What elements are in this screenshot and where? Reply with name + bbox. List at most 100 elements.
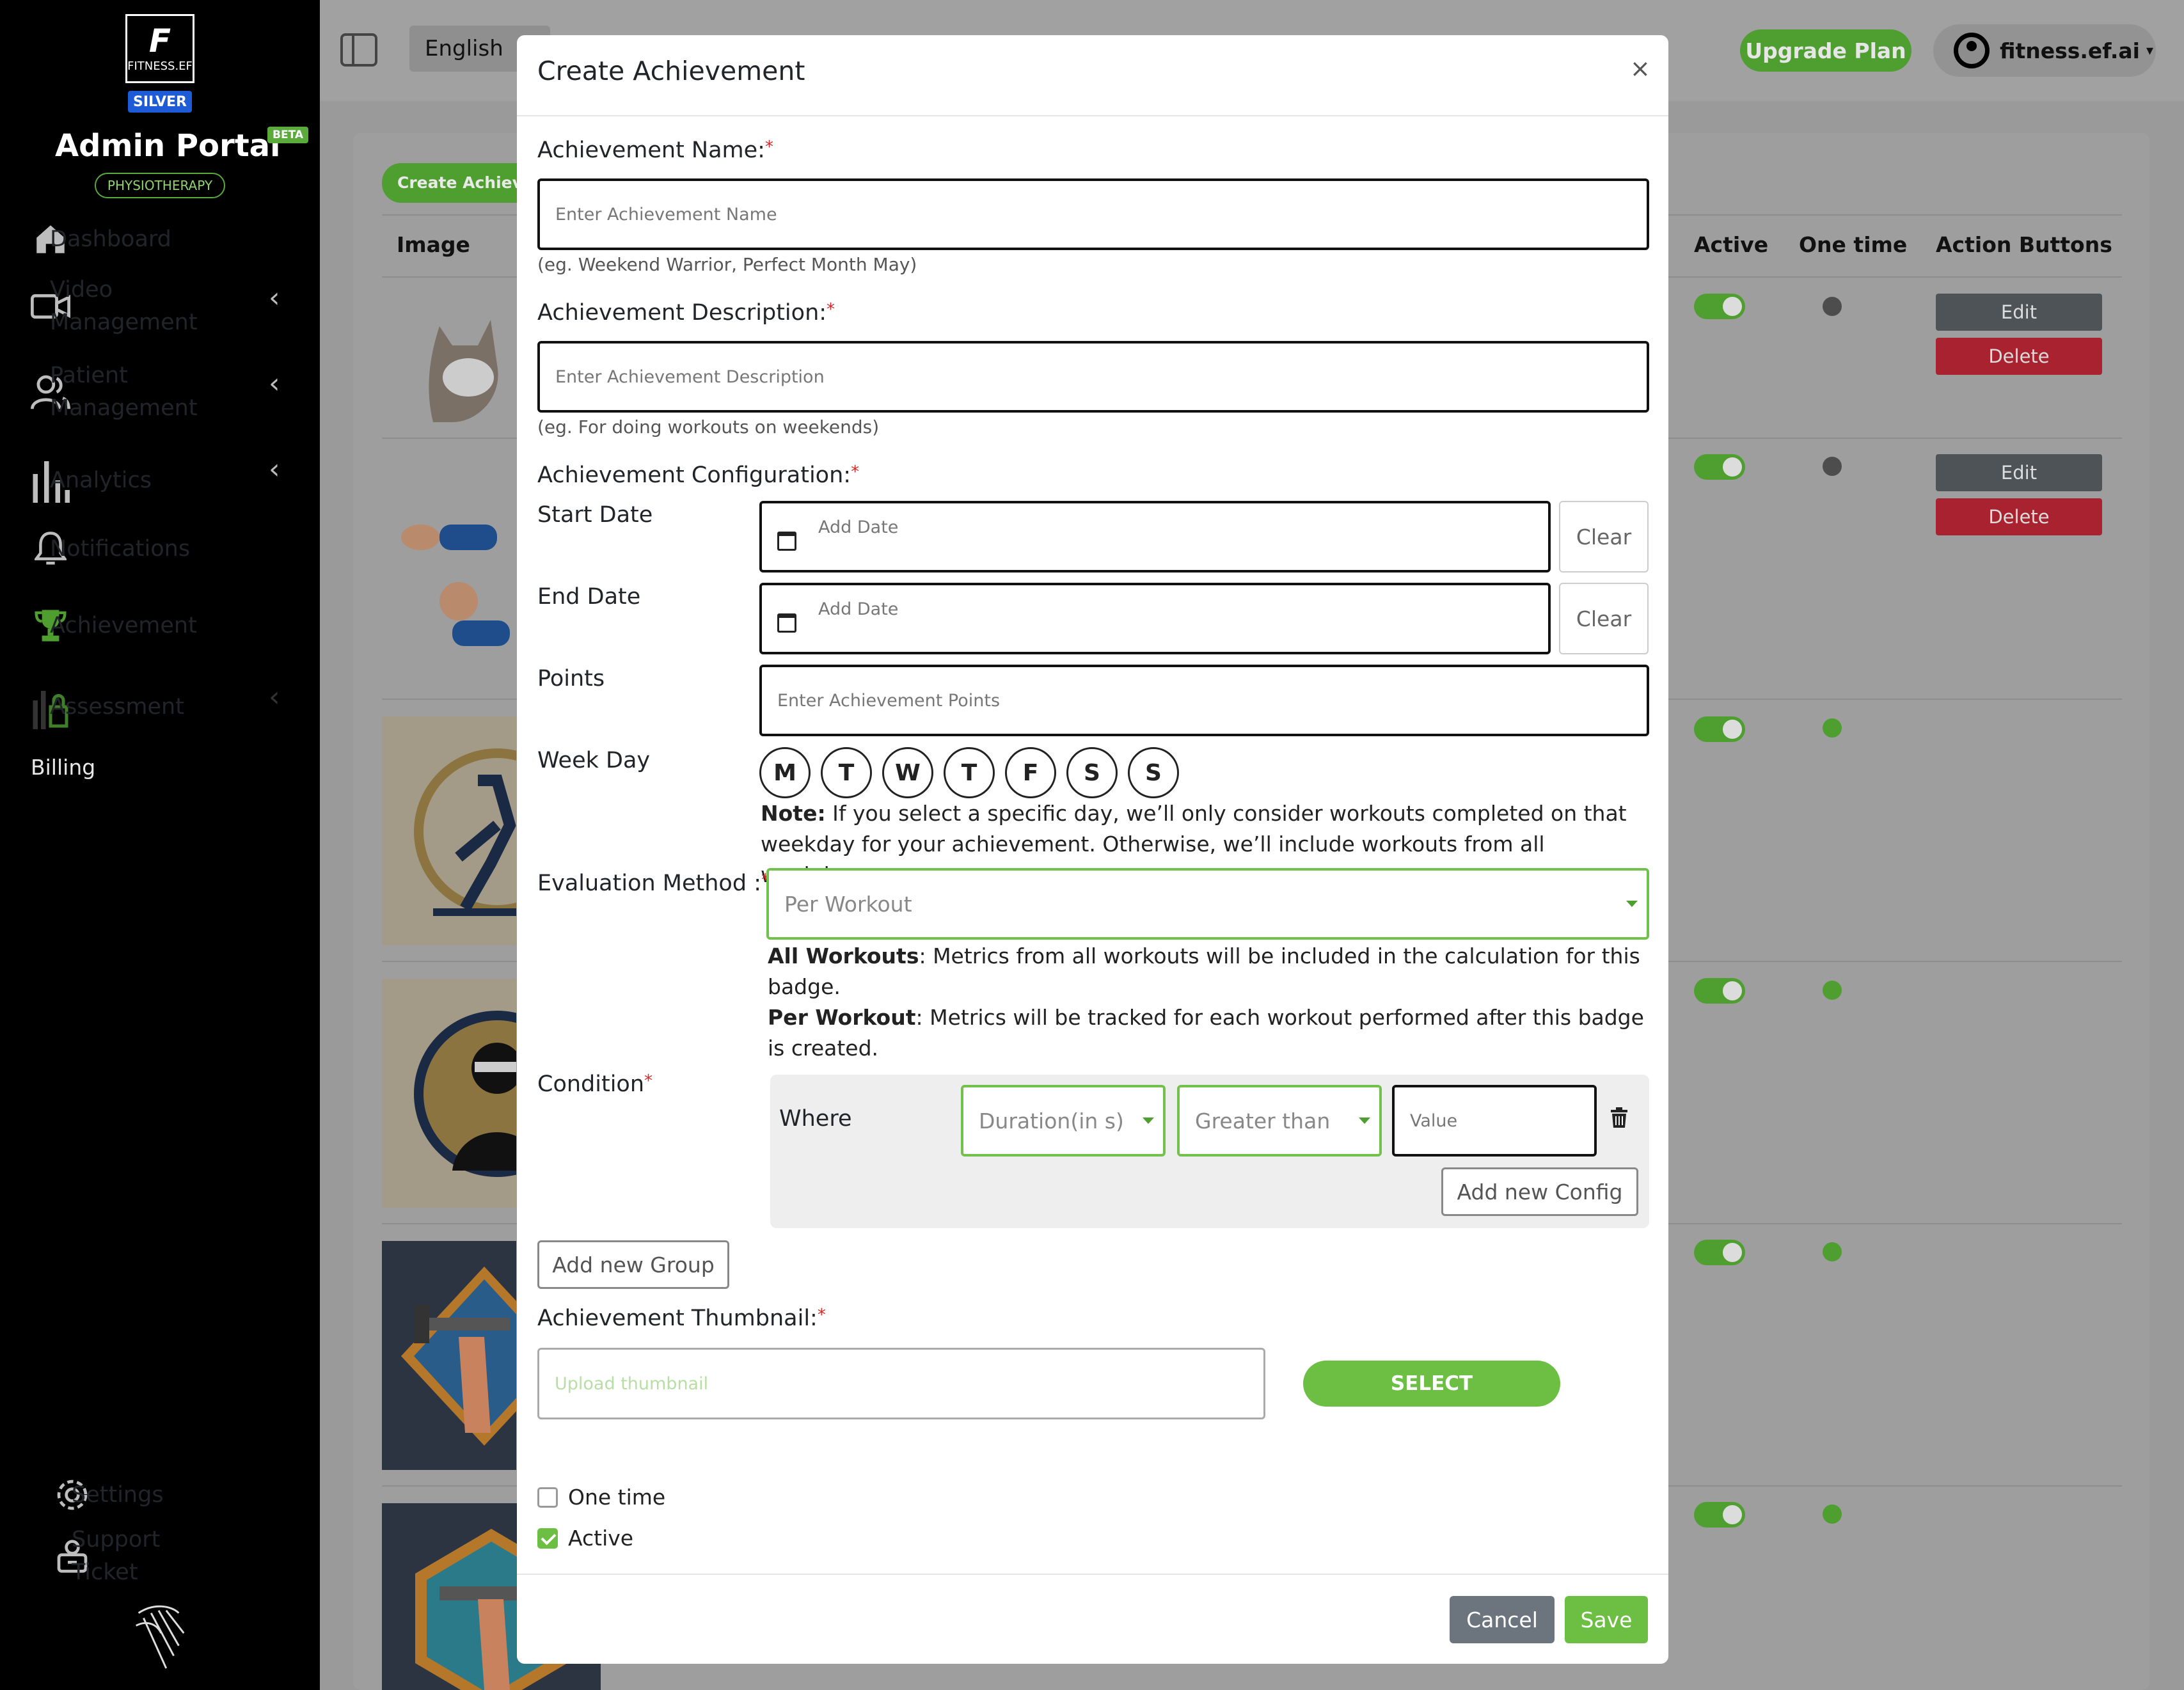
edit-button[interactable]: Edit: [1936, 454, 2102, 491]
account-menu[interactable]: fitness.ef.ai ▾: [1933, 24, 2156, 77]
condition-metric-select[interactable]: Duration(in s): [961, 1085, 1166, 1157]
weekday-monday[interactable]: M: [759, 747, 811, 798]
sidebar-item-support-ticket[interactable]: Support Ticket: [51, 1527, 160, 1585]
condition-operator-select[interactable]: Greater than: [1177, 1085, 1382, 1157]
column-header-actions: Action Buttons: [1936, 232, 2112, 257]
column-header-one-time: One time: [1799, 232, 1908, 257]
upgrade-plan-button[interactable]: Upgrade Plan: [1740, 29, 1911, 72]
chevron-down-icon: [1143, 1117, 1154, 1124]
one-time-indicator: [1823, 457, 1842, 476]
one-time-indicator: [1823, 297, 1842, 316]
sidebar-item-settings[interactable]: Settings: [51, 1474, 164, 1516]
weekday-friday[interactable]: F: [1005, 747, 1056, 798]
weekday-saturday[interactable]: S: [1066, 747, 1118, 798]
one-time-indicator: [1823, 981, 1842, 1000]
one-time-indicator: [1823, 718, 1842, 738]
achievement-thumbnail: [382, 467, 516, 659]
calendar-icon: [777, 613, 796, 633]
brand-logo: F FITNESS.EF: [125, 14, 194, 83]
condition-value-input[interactable]: Value: [1392, 1085, 1597, 1157]
active-label: Active: [568, 1526, 634, 1551]
one-time-label: One time: [568, 1485, 666, 1510]
weekday-thursday[interactable]: T: [944, 747, 995, 798]
achievement-name-input[interactable]: Enter Achievement Name: [537, 178, 1649, 250]
per-workout-description: Per Workout: Metrics will be tracked for…: [768, 1005, 1644, 1061]
account-name: fitness.ef.ai: [2000, 38, 2140, 63]
weekday-sunday[interactable]: S: [1128, 747, 1179, 798]
chevron-left-icon[interactable]: ‹: [269, 453, 280, 486]
portal-title: Admin Portal: [55, 128, 281, 164]
achievement-description-hint: (eg. For doing workouts on weekends): [537, 416, 880, 438]
evaluation-method-label: Evaluation Method :*: [537, 871, 770, 896]
sidebar-item-notifications[interactable]: Notifications: [29, 528, 190, 570]
sidebar-toggle-icon[interactable]: [340, 33, 377, 67]
achievement-thumbnail: [382, 301, 516, 422]
active-toggle[interactable]: [1694, 294, 1745, 319]
delete-button[interactable]: Delete: [1936, 338, 2102, 375]
modal-title: Create Achievement: [537, 56, 805, 86]
logo-text: FITNESS.EF: [127, 59, 193, 73]
sidebar-item-achievement[interactable]: Achievement: [29, 604, 197, 647]
tier-badge: SILVER: [128, 91, 192, 113]
achievement-thumbnail-label: Achievement Thumbnail:*: [537, 1306, 826, 1331]
required-marker: *: [827, 300, 835, 319]
chevron-left-icon[interactable]: ‹: [269, 367, 280, 400]
achievement-description-input[interactable]: Enter Achievement Description: [537, 341, 1649, 413]
points-input[interactable]: Enter Achievement Points: [759, 665, 1649, 736]
active-checkbox[interactable]: [537, 1528, 558, 1549]
create-achievement-modal: Create Achievement × Achievement Name:* …: [517, 35, 1668, 1664]
select-thumbnail-button[interactable]: SELECT: [1303, 1361, 1560, 1407]
sidebar: F FITNESS.EF SILVER Admin Portal BETA PH…: [0, 0, 320, 1690]
achievement-description-label: Achievement Description:*: [537, 300, 835, 326]
active-toggle[interactable]: [1694, 454, 1745, 480]
delete-button[interactable]: Delete: [1936, 498, 2102, 535]
achievement-name-label: Achievement Name:*: [537, 138, 773, 163]
chevron-down-icon: [1359, 1117, 1370, 1124]
condition-where-label: Where: [779, 1106, 852, 1132]
start-date-input[interactable]: Add Date: [759, 501, 1551, 573]
end-date-clear-button[interactable]: Clear: [1559, 583, 1649, 654]
active-toggle[interactable]: [1694, 978, 1745, 1004]
required-marker: *: [851, 462, 860, 482]
calendar-icon: [777, 532, 796, 551]
specialty-badge: PHYSIOTHERAPY: [95, 173, 225, 198]
trash-icon[interactable]: [1611, 1107, 1627, 1130]
condition-label: Condition*: [537, 1071, 653, 1097]
chevron-down-icon: [1626, 901, 1638, 907]
upload-thumbnail-input[interactable]: Upload thumbnail: [537, 1348, 1265, 1419]
sidebar-item-billing[interactable]: Billing: [31, 755, 95, 780]
one-time-indicator: [1823, 1504, 1842, 1524]
achievement-name-hint: (eg. Weekend Warrior, Perfect Month May): [537, 254, 917, 275]
active-toggle[interactable]: [1694, 1240, 1745, 1265]
add-new-config-button[interactable]: Add new Config: [1441, 1167, 1638, 1216]
end-date-label: End Date: [537, 584, 641, 610]
close-icon[interactable]: ×: [1630, 54, 1650, 83]
sidebar-item-analytics[interactable]: Analytics: [29, 459, 152, 503]
column-header-image: Image: [397, 232, 470, 257]
cancel-button[interactable]: Cancel: [1450, 1596, 1555, 1643]
start-date-clear-button[interactable]: Clear: [1559, 501, 1649, 573]
achievement-thumbnail: [382, 716, 516, 945]
all-workouts-description: All Workouts: Metrics from all workouts …: [768, 944, 1640, 999]
required-marker: *: [817, 1306, 826, 1325]
end-date-input[interactable]: Add Date: [759, 583, 1551, 654]
save-button[interactable]: Save: [1565, 1596, 1648, 1643]
one-time-checkbox[interactable]: [537, 1487, 558, 1508]
avatar: [1954, 33, 1990, 68]
beta-badge: BETA: [267, 127, 309, 143]
weekday-tuesday[interactable]: T: [821, 747, 872, 798]
sidebar-item-patient-management[interactable]: Patient Management: [29, 363, 221, 421]
sidebar-item-video-management[interactable]: Video Management: [29, 277, 221, 335]
achievement-thumbnail: [382, 979, 516, 1208]
required-marker: *: [764, 138, 773, 157]
week-day-label: Week Day: [537, 748, 651, 773]
achievement-configuration-label: Achievement Configuration:*: [537, 462, 860, 488]
sidebar-item-dashboard[interactable]: Dashboard: [29, 218, 171, 260]
weekday-wednesday[interactable]: W: [882, 747, 933, 798]
active-toggle[interactable]: [1694, 1502, 1745, 1528]
add-new-group-button[interactable]: Add new Group: [537, 1240, 729, 1289]
edit-button[interactable]: Edit: [1936, 294, 2102, 331]
active-toggle[interactable]: [1694, 716, 1745, 742]
evaluation-method-select[interactable]: Per Workout: [766, 868, 1649, 940]
chevron-left-icon[interactable]: ‹: [269, 281, 280, 314]
